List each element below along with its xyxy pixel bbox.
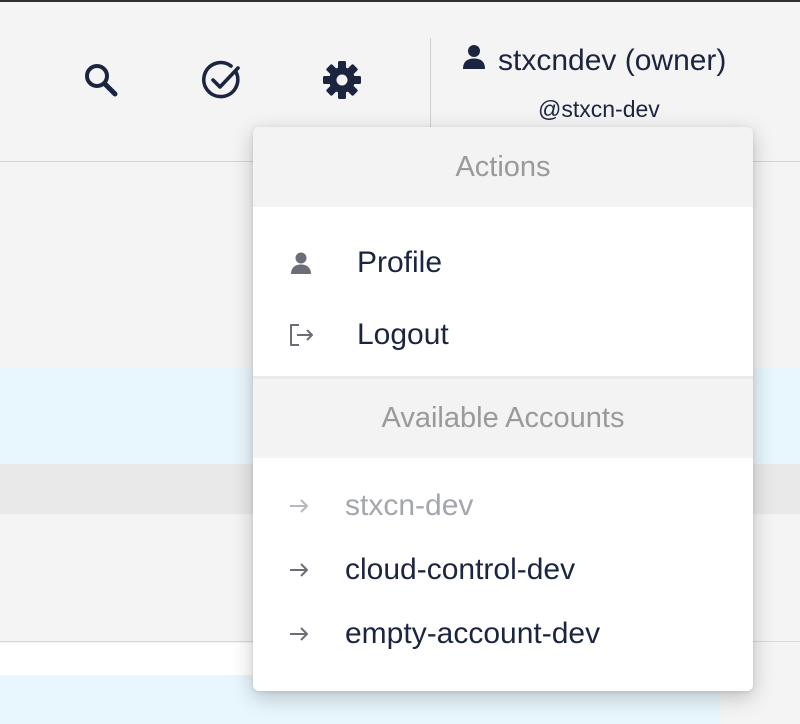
actions-header: Actions bbox=[253, 127, 753, 207]
account-item-stxcn-dev: stxcn-dev bbox=[253, 474, 753, 538]
tasks-button[interactable] bbox=[198, 58, 246, 106]
arrow-right-icon bbox=[287, 622, 311, 646]
user-icon bbox=[462, 44, 486, 78]
arrow-right-icon bbox=[287, 494, 311, 518]
logout-menu-item[interactable]: Logout bbox=[253, 299, 753, 371]
account-label: stxcn-dev bbox=[345, 489, 474, 522]
actions-list: Profile Logout bbox=[253, 207, 753, 376]
logout-icon bbox=[287, 321, 315, 349]
logout-label: Logout bbox=[357, 318, 449, 351]
account-label: empty-account-dev bbox=[345, 617, 601, 650]
account-label: cloud-control-dev bbox=[345, 553, 576, 586]
user-icon bbox=[287, 249, 315, 277]
arrow-right-icon bbox=[287, 558, 311, 582]
user-handle: @stxcn-dev bbox=[538, 96, 660, 122]
user-dropdown-menu: Actions Profile Logout Available Account… bbox=[253, 127, 753, 691]
user-name: stxcndev (owner) bbox=[498, 44, 727, 77]
gear-icon bbox=[320, 58, 364, 107]
settings-button[interactable] bbox=[318, 58, 366, 106]
account-item-empty-account-dev[interactable]: empty-account-dev bbox=[253, 602, 753, 666]
accounts-list: stxcn-dev cloud-control-dev empty-accoun… bbox=[253, 458, 753, 666]
account-item-cloud-control-dev[interactable]: cloud-control-dev bbox=[253, 538, 753, 602]
profile-menu-item[interactable]: Profile bbox=[253, 227, 753, 299]
header-divider bbox=[430, 38, 431, 130]
available-accounts-header: Available Accounts bbox=[253, 376, 753, 458]
profile-label: Profile bbox=[357, 246, 443, 279]
user-menu-toggle[interactable]: stxcndev (owner) @stxcn-dev bbox=[462, 44, 760, 122]
check-circle-icon bbox=[200, 58, 244, 107]
search-icon bbox=[81, 60, 121, 105]
search-button[interactable] bbox=[77, 58, 125, 106]
